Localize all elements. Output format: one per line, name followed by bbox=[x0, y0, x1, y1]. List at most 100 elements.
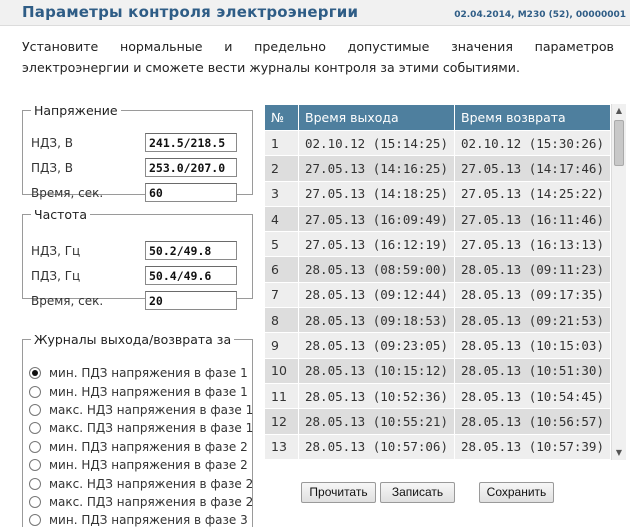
table-row[interactable]: 1428.05.13 (10:58:12)28.05.13 (10:59:40) bbox=[264, 458, 611, 460]
table-scrollbar[interactable]: ▲ ▼ bbox=[611, 104, 626, 460]
title-bar: Параметры контроля электроэнергии 02.04.… bbox=[0, 0, 630, 26]
cell-number: 5 bbox=[264, 231, 299, 258]
cell-number: 11 bbox=[264, 382, 299, 410]
radio-button-icon[interactable] bbox=[29, 385, 41, 398]
description-word: Установите bbox=[22, 39, 99, 54]
table-row[interactable]: 1 02.10.12 (15:14:25) 02.10.12 (15:30:26) bbox=[264, 129, 611, 157]
logs-group: Журналы выхода/возврата за мин. ПДЗ напр… bbox=[22, 332, 253, 527]
read-button[interactable]: Прочитать bbox=[301, 482, 376, 503]
table-row[interactable]: 2 27.05.13 (14:16:25) 27.05.13 (14:17:46) bbox=[264, 155, 611, 182]
radio-button-icon[interactable] bbox=[29, 440, 41, 453]
logs-legend: Журналы выхода/возврата за bbox=[34, 332, 232, 347]
write-button[interactable]: Записать bbox=[380, 482, 455, 503]
table-row[interactable]: 10 28.05.13 (10:15:12) 28.05.13 (10:51:30) bbox=[264, 357, 611, 384]
save-button[interactable]: Сохранить bbox=[479, 482, 554, 503]
log-option[interactable]: макс. ПДЗ напряжения в фазе 1 bbox=[29, 419, 253, 437]
cell-exit-time: 27.05.13 (14:18:25) bbox=[298, 180, 455, 207]
column-header-exit-time: Время выхода bbox=[298, 104, 455, 131]
page-title: Параметры контроля электроэнергии bbox=[22, 3, 359, 21]
frequency-pdz-input[interactable] bbox=[145, 266, 237, 285]
table-row[interactable]: 12 28.05.13 (10:55:21) 28.05.13 (10:56:57) bbox=[264, 408, 611, 435]
cell-number: 9 bbox=[264, 332, 299, 359]
cell-return-time: 02.10.12 (15:30:26) bbox=[454, 129, 611, 157]
cell-exit-time: 28.05.13 (10:55:21) bbox=[298, 408, 455, 435]
voltage-legend: Напряжение bbox=[34, 103, 118, 118]
table-row[interactable]: 9 28.05.13 (09:23:05) 28.05.13 (10:15:03) bbox=[264, 332, 611, 359]
table-row[interactable]: 11 28.05.13 (10:52:36) 28.05.13 (10:54:45) bbox=[264, 382, 611, 410]
voltage-pdz-label: ПДЗ, В bbox=[31, 161, 73, 175]
table-body: 1 02.10.12 (15:14:25) 02.10.12 (15:30:26) 2… bbox=[264, 129, 611, 460]
cell-exit-time: 28.05.13 (10:57:06) bbox=[298, 433, 455, 460]
cell-exit-time: 27.05.13 (16:12:19) bbox=[298, 231, 455, 258]
radio-button-icon[interactable] bbox=[29, 367, 41, 380]
table-row[interactable]: 13 28.05.13 (10:57:06) 28.05.13 (10:57:39) bbox=[264, 433, 611, 460]
radio-button-icon[interactable] bbox=[29, 495, 41, 508]
cell-return-time: 28.05.13 (10:56:57) bbox=[454, 408, 611, 435]
device-info: 02.04.2014, M230 (52), 00000001 bbox=[454, 10, 626, 20]
voltage-ndz-label: НДЗ, В bbox=[31, 136, 73, 150]
table-row[interactable]: 8 28.05.13 (09:18:53) 28.05.13 (09:21:53) bbox=[264, 307, 611, 334]
radio-button-icon[interactable] bbox=[29, 477, 41, 490]
voltage-group: Напряжение НДЗ, В ПДЗ, В Время, сек. bbox=[22, 103, 253, 202]
voltage-time-label: Время, сек. bbox=[31, 186, 104, 200]
radio-button-icon[interactable] bbox=[29, 422, 41, 435]
log-option[interactable]: макс. НДЗ напряжения в фазе 1 bbox=[29, 401, 253, 419]
cell-exit-time: 02.10.12 (15:14:25) bbox=[298, 129, 455, 157]
log-option[interactable]: мин. ПДЗ напряжения в фазе 1 bbox=[29, 364, 253, 382]
cell-return-time: 28.05.13 (10:57:39) bbox=[454, 433, 611, 460]
cell-return-time: 28.05.13 (10:15:03) bbox=[454, 332, 611, 359]
log-option-label: мин. НДЗ напряжения в фазе 2 bbox=[49, 458, 248, 473]
description-word: предельно bbox=[254, 39, 326, 54]
log-option[interactable]: макс. НДЗ напряжения в фазе 2 bbox=[29, 474, 253, 492]
log-option-label: макс. НДЗ напряжения в фазе 2 bbox=[49, 476, 254, 491]
voltage-ndz-input[interactable] bbox=[145, 133, 237, 152]
description-word: значения bbox=[451, 39, 513, 54]
description-line-2: электроэнергии и сможете вести журналы к… bbox=[22, 60, 520, 75]
cell-exit-time: 28.05.13 (09:12:44) bbox=[298, 281, 455, 309]
events-table: № Время выхода Время возврата 1 02.10.12 … bbox=[264, 104, 611, 460]
radio-button-icon[interactable] bbox=[29, 403, 41, 416]
radio-button-icon[interactable] bbox=[29, 459, 41, 472]
log-option-label: макс. НДЗ напряжения в фазе 1 bbox=[49, 402, 254, 417]
cell-number: 8 bbox=[264, 307, 299, 334]
description-line-1: Установите нормальные и предельно допуст… bbox=[22, 36, 614, 57]
frequency-time-input[interactable] bbox=[145, 291, 237, 310]
description-word: параметров bbox=[534, 39, 614, 54]
table-row[interactable]: 4 27.05.13 (16:09:49) 27.05.13 (16:11:46) bbox=[264, 205, 611, 233]
log-option[interactable]: мин. ПДЗ напряжения в фазе 3 bbox=[29, 511, 253, 527]
voltage-pdz-input[interactable] bbox=[145, 158, 237, 177]
table-row[interactable]: 5 27.05.13 (16:12:19) 27.05.13 (16:13:13) bbox=[264, 231, 611, 258]
table-row[interactable]: 7 28.05.13 (09:12:44) 28.05.13 (09:17:35) bbox=[264, 281, 611, 309]
scroll-up-arrow-icon[interactable]: ▲ bbox=[612, 104, 626, 118]
log-option-label: мин. ПДЗ напряжения в фазе 2 bbox=[49, 439, 248, 454]
log-option[interactable]: мин. ПДЗ напряжения в фазе 2 bbox=[29, 438, 253, 456]
logs-radio-list: мин. ПДЗ напряжения в фазе 1 мин. НДЗ нап… bbox=[29, 364, 253, 527]
cell-exit-time: 27.05.13 (14:16:25) bbox=[298, 155, 455, 182]
frequency-ndz-input[interactable] bbox=[145, 241, 237, 260]
scroll-down-arrow-icon[interactable]: ▼ bbox=[612, 446, 626, 460]
cell-return-time: 27.05.13 (16:11:46) bbox=[454, 205, 611, 233]
cell-exit-time: 27.05.13 (16:09:49) bbox=[298, 205, 455, 233]
cell-number: 13 bbox=[264, 433, 299, 460]
table-row[interactable]: 3 27.05.13 (14:18:25) 27.05.13 (14:25:22) bbox=[264, 180, 611, 207]
cell-number: 14 bbox=[264, 458, 299, 460]
cell-return-time: 27.05.13 (14:25:22) bbox=[454, 180, 611, 207]
description: Установите нормальные и предельно допуст… bbox=[22, 36, 614, 78]
log-option[interactable]: мин. НДЗ напряжения в фазе 2 bbox=[29, 456, 253, 474]
cell-return-time: 28.05.13 (10:59:40) bbox=[454, 458, 611, 460]
table-row[interactable]: 6 28.05.13 (08:59:00) 28.05.13 (09:11:23) bbox=[264, 256, 611, 283]
cell-number: 4 bbox=[264, 205, 299, 233]
description-word: нормальные bbox=[119, 39, 203, 54]
cell-exit-time: 28.05.13 (09:18:53) bbox=[298, 307, 455, 334]
frequency-ndz-label: НДЗ, Гц bbox=[31, 244, 81, 258]
cell-exit-time: 28.05.13 (09:23:05) bbox=[298, 332, 455, 359]
cell-number: 3 bbox=[264, 180, 299, 207]
voltage-time-input[interactable] bbox=[145, 183, 237, 202]
cell-exit-time: 28.05.13 (08:59:00) bbox=[298, 256, 455, 283]
log-option[interactable]: мин. НДЗ напряжения в фазе 1 bbox=[29, 382, 253, 400]
scrollbar-thumb[interactable] bbox=[614, 120, 624, 166]
radio-button-icon[interactable] bbox=[29, 514, 41, 527]
log-option-label: макс. ПДЗ напряжения в фазе 2 bbox=[49, 494, 254, 509]
log-option[interactable]: макс. ПДЗ напряжения в фазе 2 bbox=[29, 493, 253, 511]
cell-exit-time: 28.05.13 (10:58:12) bbox=[298, 458, 455, 460]
